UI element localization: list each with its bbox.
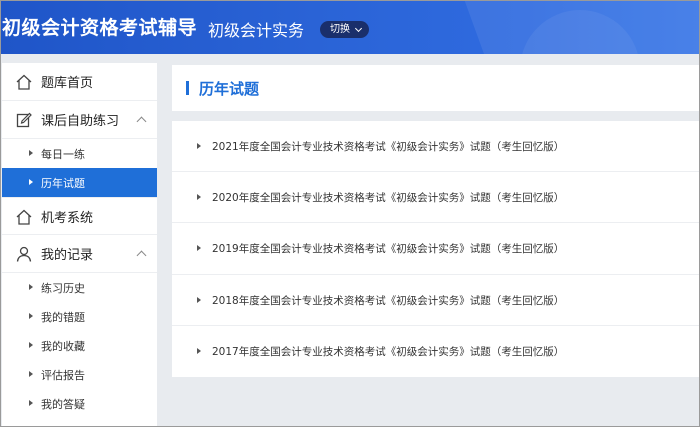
- content-header: 历年试题: [172, 65, 700, 111]
- sidebar-subitem-daily-practice[interactable]: 每日一练: [2, 139, 157, 168]
- sidebar-subitem-label: 每日一练: [41, 147, 85, 161]
- caret-right-icon: [29, 284, 33, 290]
- user-icon: [16, 246, 32, 262]
- exam-paper-title[interactable]: 2019年度全国会计专业技术资格考试《初级会计实务》试题（考生回忆版）: [212, 241, 564, 256]
- sidebar-subitem-assessment-report[interactable]: 评估报告: [2, 360, 157, 389]
- caret-right-icon: [29, 179, 33, 185]
- sidebar-item-my-records[interactable]: 我的记录: [2, 235, 157, 273]
- sidebar-subitem-label: 我的收藏: [41, 339, 85, 353]
- exam-paper-title[interactable]: 2017年度全国会计专业技术资格考试《初级会计实务》试题（考生回忆版）: [212, 344, 564, 359]
- exam-paper-title[interactable]: 2018年度全国会计专业技术资格考试《初级会计实务》试题（考生回忆版）: [212, 293, 564, 308]
- caret-right-icon: [29, 313, 33, 319]
- sidebar-subitem-label: 我的错题: [41, 310, 85, 324]
- sidebar-subitem-favorites[interactable]: 我的收藏: [2, 331, 157, 360]
- caret-right-icon: [197, 143, 201, 149]
- sidebar: 题库首页 课后自助练习 每日一练 历年试题 机考系统 我的记录 练习历史 我的错…: [2, 63, 157, 427]
- sidebar-item-label: 题库首页: [41, 76, 94, 91]
- exam-paper-title[interactable]: 2020年度全国会计专业技术资格考试《初级会计实务》试题（考生回忆版）: [212, 190, 564, 205]
- edit-icon: [16, 112, 32, 128]
- home-icon: [16, 74, 32, 90]
- sidebar-subitem-my-questions[interactable]: 我的答疑: [2, 389, 157, 418]
- exam-paper-item[interactable]: 2019年度全国会计专业技术资格考试《初级会计实务》试题（考生回忆版）: [172, 223, 700, 275]
- sidebar-item-label: 课后自助练习: [41, 114, 120, 129]
- sidebar-subitem-label: 评估报告: [41, 368, 85, 382]
- exam-paper-item[interactable]: 2017年度全国会计专业技术资格考试《初级会计实务》试题（考生回忆版）: [172, 326, 700, 377]
- app-title: 初级会计资格考试辅导: [2, 17, 198, 39]
- sidebar-subitem-practice-history[interactable]: 练习历史: [2, 273, 157, 302]
- top-header: 初级会计资格考试辅导 初级会计实务 切换: [0, 0, 700, 54]
- caret-right-icon: [197, 194, 201, 201]
- chevron-down-icon: [354, 24, 363, 32]
- caret-right-icon: [29, 400, 33, 406]
- sidebar-subitem-past-exams[interactable]: 历年试题: [2, 168, 157, 197]
- sidebar-item-computer-exam[interactable]: 机考系统: [2, 197, 157, 235]
- sidebar-subitem-label: 我的答疑: [41, 397, 85, 411]
- sidebar-subitem-wrong-questions[interactable]: 我的错题: [2, 302, 157, 331]
- sidebar-item-label: 机考系统: [41, 210, 94, 226]
- caret-right-icon: [197, 296, 201, 303]
- chevron-up-icon[interactable]: [136, 116, 147, 127]
- caret-right-icon: [29, 150, 33, 156]
- switch-label: 切换: [330, 24, 350, 35]
- sidebar-item-label: 我的记录: [41, 248, 94, 263]
- sidebar-subitem-label: 练习历史: [41, 281, 85, 295]
- sidebar-item-home[interactable]: 题库首页: [2, 63, 157, 101]
- exam-paper-item[interactable]: 2018年度全国会计专业技术资格考试《初级会计实务》试题（考生回忆版）: [172, 275, 700, 326]
- exam-paper-item[interactable]: 2020年度全国会计专业技术资格考试《初级会计实务》试题（考生回忆版）: [172, 172, 700, 224]
- caret-right-icon: [197, 347, 201, 354]
- exam-paper-item[interactable]: 2021年度全国会计专业技术资格考试《初级会计实务》试题（考生回忆版）: [172, 121, 700, 173]
- home-icon: [16, 209, 32, 225]
- switch-subject-button[interactable]: 切换: [320, 21, 369, 38]
- chevron-up-icon[interactable]: [136, 250, 147, 261]
- sidebar-item-self-practice[interactable]: 课后自助练习: [2, 101, 157, 139]
- caret-right-icon: [197, 245, 201, 252]
- subject-name: 初级会计实务: [208, 21, 305, 40]
- page-title: 历年试题: [199, 80, 260, 98]
- sidebar-subitem-label: 历年试题: [41, 176, 85, 190]
- exam-paper-list: 2021年度全国会计专业技术资格考试《初级会计实务》试题（考生回忆版） 2020…: [172, 121, 700, 377]
- exam-paper-title[interactable]: 2021年度全国会计专业技术资格考试《初级会计实务》试题（考生回忆版）: [212, 139, 564, 154]
- title-accent-bar: [186, 81, 189, 95]
- caret-right-icon: [29, 371, 33, 377]
- caret-right-icon: [29, 342, 33, 348]
